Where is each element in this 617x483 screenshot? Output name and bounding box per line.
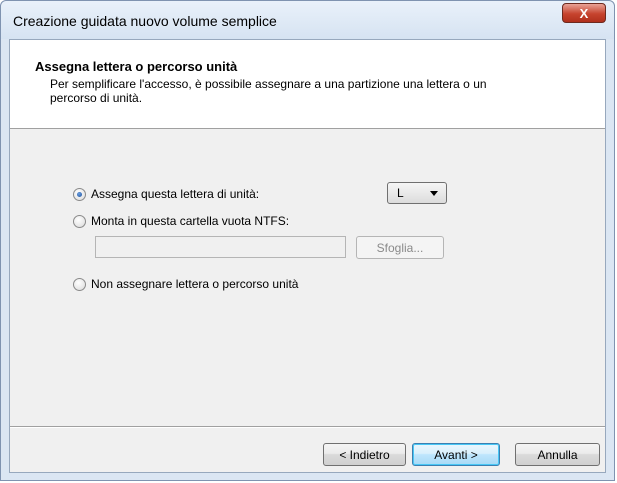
drive-letter-value: L	[397, 186, 404, 200]
browse-button[interactable]: Sfoglia...	[356, 236, 444, 259]
radio-dot-icon	[77, 191, 82, 197]
chevron-down-icon	[430, 191, 438, 196]
wizard-window: Creazione guidata nuovo volume semplice …	[0, 0, 615, 481]
radio-button-unchecked[interactable]	[73, 277, 86, 291]
folder-path-input[interactable]	[95, 236, 346, 258]
wizard-content: Assegna lettera o percorso unità Per sem…	[9, 39, 606, 473]
radio-button-unchecked[interactable]	[73, 214, 86, 228]
radio-button-checked[interactable]	[73, 187, 86, 201]
window-title: Creazione guidata nuovo volume semplice	[13, 13, 277, 29]
drive-letter-dropdown[interactable]: L	[387, 182, 447, 204]
radio-mount-folder-label: Monta in questa cartella vuota NTFS:	[91, 214, 290, 228]
close-icon: X	[579, 5, 589, 21]
close-button[interactable]: X	[562, 3, 606, 23]
footer-divider	[10, 426, 605, 428]
title-bar[interactable]: Creazione guidata nuovo volume semplice …	[1, 1, 614, 39]
page-description: Per semplificare l'accesso, è possibile …	[50, 77, 487, 105]
radio-mount-folder[interactable]: Monta in questa cartella vuota NTFS:	[73, 214, 289, 228]
radio-assign-letter[interactable]: Assegna questa lettera di unità:	[73, 187, 259, 201]
page-title: Assegna lettera o percorso unità	[35, 59, 238, 74]
radio-no-assign-label: Non assegnare lettera o percorso unità	[91, 277, 299, 291]
next-button[interactable]: Avanti >	[412, 443, 500, 466]
back-button[interactable]: < Indietro	[323, 443, 406, 466]
radio-no-assign[interactable]: Non assegnare lettera o percorso unità	[73, 277, 298, 291]
cancel-button[interactable]: Annulla	[515, 443, 600, 466]
header-panel: Assegna lettera o percorso unità Per sem…	[10, 40, 605, 129]
radio-assign-letter-label: Assegna questa lettera di unità:	[91, 187, 260, 201]
